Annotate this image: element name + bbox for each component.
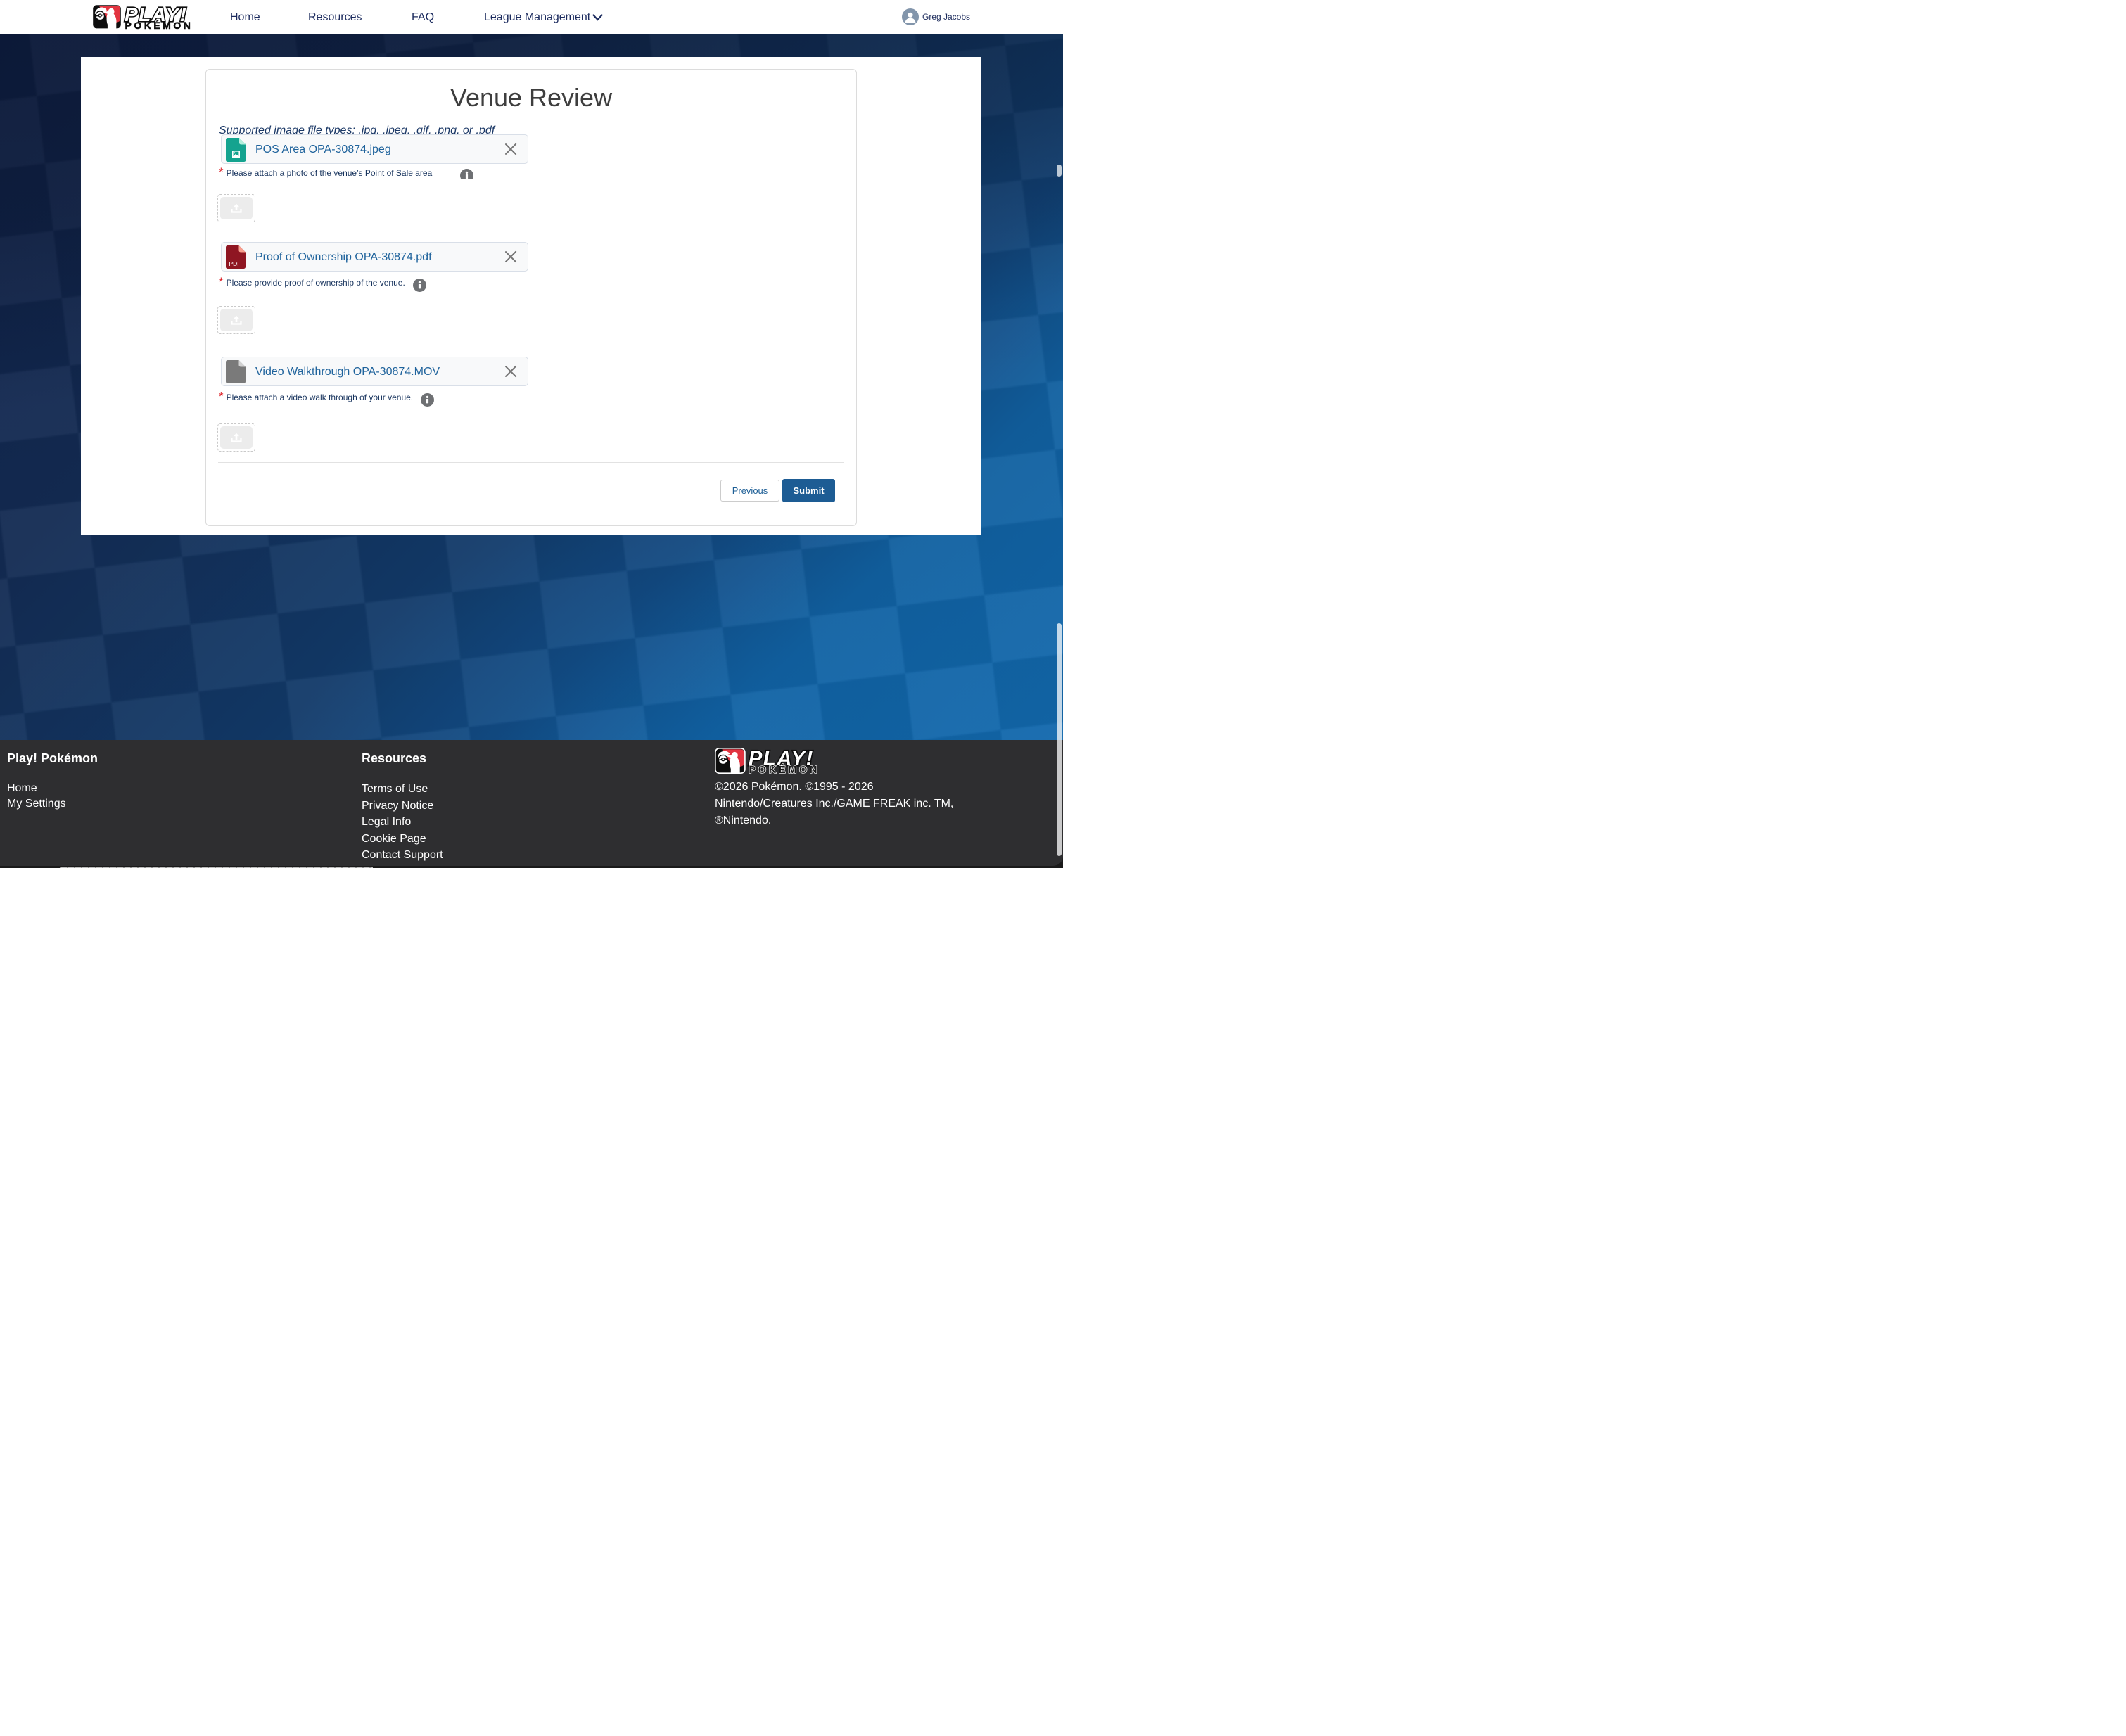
svg-text:POKÉMON: POKÉMON [125, 20, 193, 30]
svg-text:PDF: PDF [229, 260, 241, 267]
svg-text:POKÉMON: POKÉMON [749, 764, 820, 774]
